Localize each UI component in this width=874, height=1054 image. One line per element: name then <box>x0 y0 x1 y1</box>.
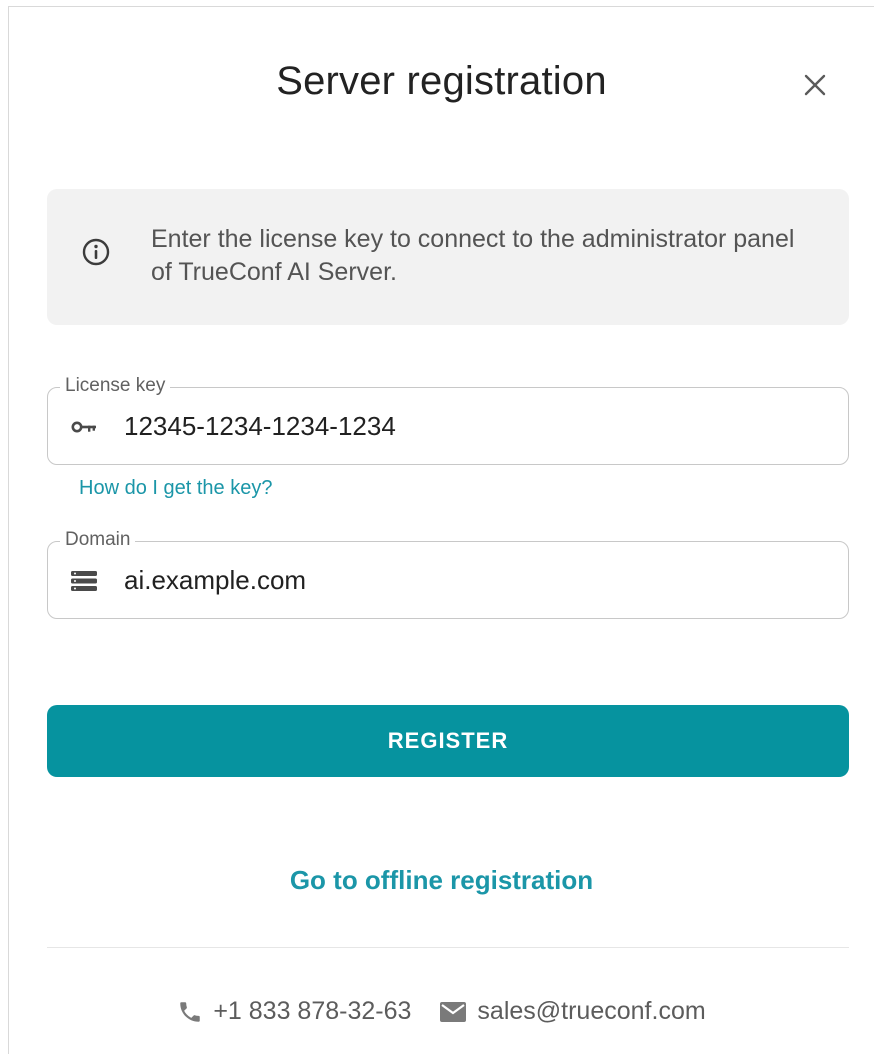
email-contact[interactable]: sales@trueconf.com <box>439 997 706 1026</box>
server-registration-dialog: Server registration Enter the license ke… <box>8 6 874 1054</box>
server-icon <box>70 569 98 593</box>
info-icon <box>82 238 110 266</box>
domain-label: Domain <box>60 528 136 552</box>
dialog-title: Server registration <box>276 59 607 103</box>
phone-icon <box>180 1001 201 1022</box>
license-key-label: License key <box>60 374 171 398</box>
key-icon <box>70 415 98 439</box>
how-to-get-key-link[interactable]: How do I get the key? <box>79 477 272 500</box>
phone-contact[interactable]: +1 833 878-32-63 <box>177 997 411 1026</box>
email-icon <box>440 1001 467 1022</box>
info-text: Enter the license key to connect to the … <box>151 225 795 286</box>
close-button[interactable] <box>797 67 833 103</box>
contact-info: +1 833 878-32-63 sales@trueconf.com <box>9 997 874 1026</box>
license-key-field[interactable]: License key <box>47 374 849 465</box>
offline-registration-link-wrap: Go to offline registration <box>9 865 874 896</box>
info-banner: Enter the license key to connect to the … <box>47 189 849 325</box>
domain-field[interactable]: Domain <box>47 528 849 619</box>
register-button[interactable]: REGISTER <box>47 705 849 777</box>
phone-number: +1 833 878-32-63 <box>213 997 412 1025</box>
license-key-input[interactable] <box>124 406 824 446</box>
domain-input[interactable] <box>124 560 824 600</box>
close-icon <box>804 74 826 96</box>
footer-divider <box>47 947 849 948</box>
offline-registration-link[interactable]: Go to offline registration <box>290 865 593 895</box>
email-address: sales@trueconf.com <box>477 997 706 1025</box>
